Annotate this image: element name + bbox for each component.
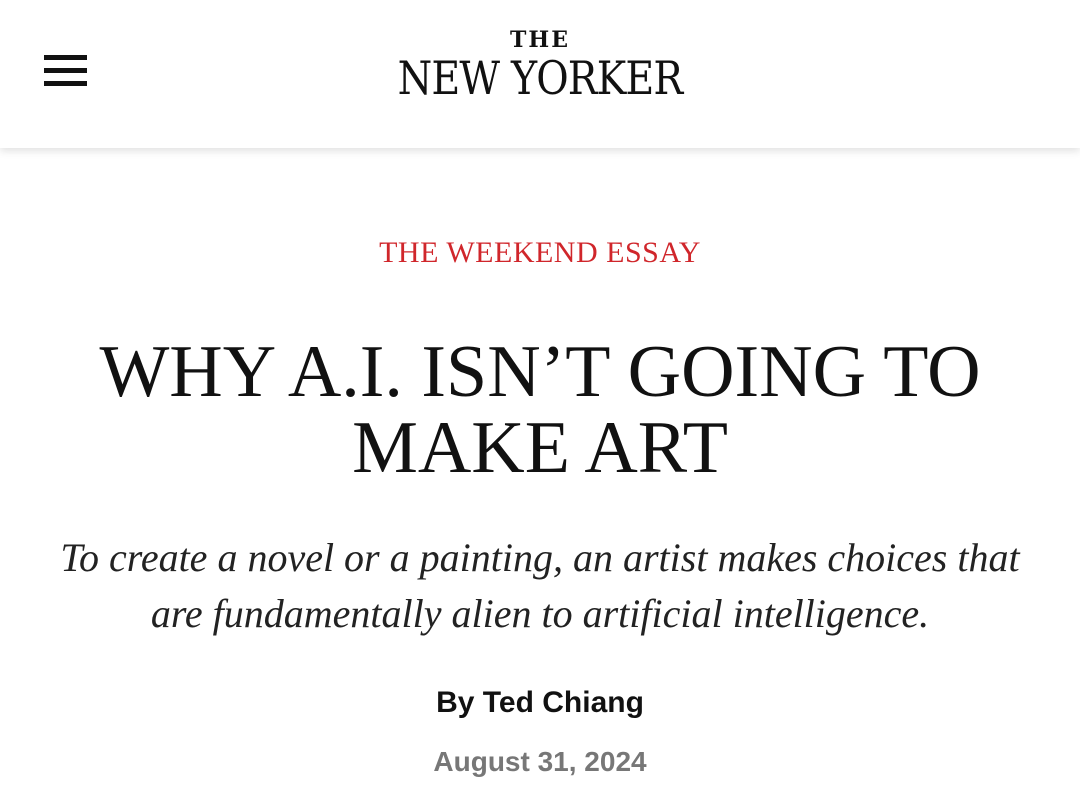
article-dek: To create a novel or a painting, an arti…: [60, 535, 1020, 636]
publish-date: August 31, 2024: [433, 746, 647, 777]
author-link[interactable]: Ted Chiang: [483, 686, 644, 719]
site-logo[interactable]: THE NEW YORKER: [340, 28, 740, 104]
logo-name: NEW YORKER: [397, 51, 684, 105]
menu-bar-top: [44, 55, 87, 60]
hamburger-menu-icon[interactable]: [44, 52, 88, 92]
byline-prefix: By: [436, 686, 475, 719]
logo-the: THE: [510, 27, 570, 53]
article-headline: WHY A.I. ISN’T GOING TO MAKE ART: [99, 331, 981, 489]
rubric-link[interactable]: THE WEEKEND ESSAY: [0, 236, 1080, 270]
menu-bar-middle: [44, 68, 87, 73]
menu-bar-bottom: [44, 81, 87, 86]
byline: By Ted Chiang: [0, 686, 1080, 720]
site-header: THE NEW YORKER: [0, 0, 1080, 148]
